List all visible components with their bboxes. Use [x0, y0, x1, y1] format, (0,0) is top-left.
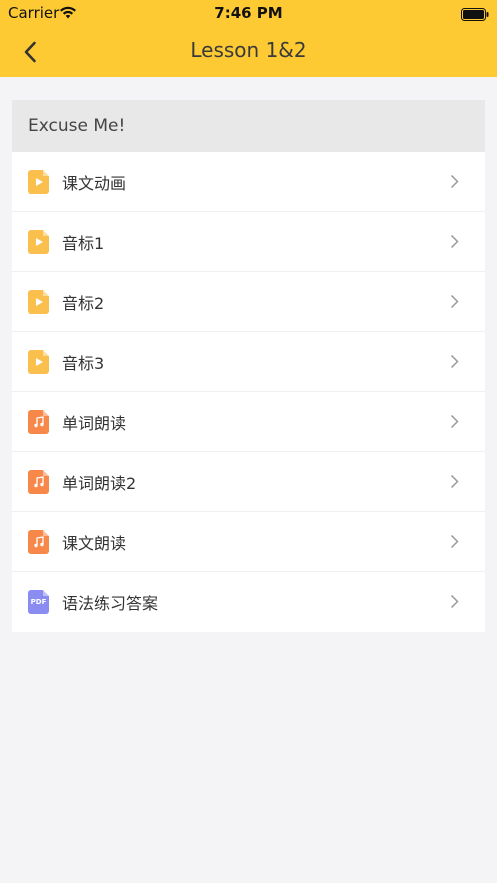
audio-file-icon — [28, 409, 49, 434]
status-bar: Carrier 7:46 PM — [0, 0, 497, 26]
list-item[interactable]: PDF 语法练习答案 — [12, 572, 485, 632]
chevron-right-icon — [450, 534, 459, 549]
chevron-right-icon — [450, 414, 459, 429]
video-file-icon — [28, 229, 49, 254]
chevron-right-icon — [450, 594, 459, 609]
chevron-right-icon — [450, 294, 459, 309]
back-button[interactable] — [14, 36, 46, 68]
audio-file-icon — [28, 529, 49, 554]
list-item-label: 课文动画 — [62, 173, 127, 193]
pdf-file-icon: PDF — [28, 590, 49, 614]
nav-bar: Lesson 1&2 — [0, 26, 497, 77]
chevron-left-icon — [24, 41, 36, 63]
list-item[interactable]: 单词朗读 — [12, 392, 485, 452]
list-item[interactable]: 音标2 — [12, 272, 485, 332]
section-header: Excuse Me! — [12, 100, 485, 152]
list-item-label: 语法练习答案 — [62, 594, 159, 613]
chevron-right-icon — [450, 354, 459, 369]
pdf-icon-text: PDF — [30, 598, 47, 606]
list-item-label: 音标2 — [62, 293, 105, 313]
list-item-label: 课文朗读 — [62, 533, 127, 553]
list-item[interactable]: 课文朗读 — [12, 512, 485, 572]
header: Carrier 7:46 PM Lesson 1&2 — [0, 0, 497, 77]
page-title: Lesson 1&2 — [190, 38, 307, 62]
list-item[interactable]: 单词朗读2 — [12, 452, 485, 512]
video-file-icon — [28, 349, 49, 374]
chevron-right-icon — [450, 234, 459, 249]
list-item[interactable]: 音标3 — [12, 332, 485, 392]
list-item-label: 单词朗读2 — [62, 473, 137, 493]
list-item-label: 单词朗读 — [62, 413, 127, 433]
battery-icon — [461, 6, 489, 25]
list-item-label: 音标3 — [62, 353, 105, 373]
section-title: Excuse Me! — [28, 116, 126, 136]
list-item[interactable]: 音标1 — [12, 212, 485, 272]
lesson-card: Excuse Me! 课文动画 音标1 音标2 音标3 单词朗读 单词朗读2 课… — [12, 100, 485, 632]
chevron-right-icon — [450, 474, 459, 489]
video-file-icon — [28, 289, 49, 314]
chevron-right-icon — [450, 174, 459, 189]
audio-file-icon — [28, 469, 49, 494]
status-time: 7:46 PM — [214, 4, 283, 22]
list-item-label: 音标1 — [62, 233, 105, 253]
video-file-icon — [28, 169, 49, 194]
list-item[interactable]: 课文动画 — [12, 152, 485, 212]
